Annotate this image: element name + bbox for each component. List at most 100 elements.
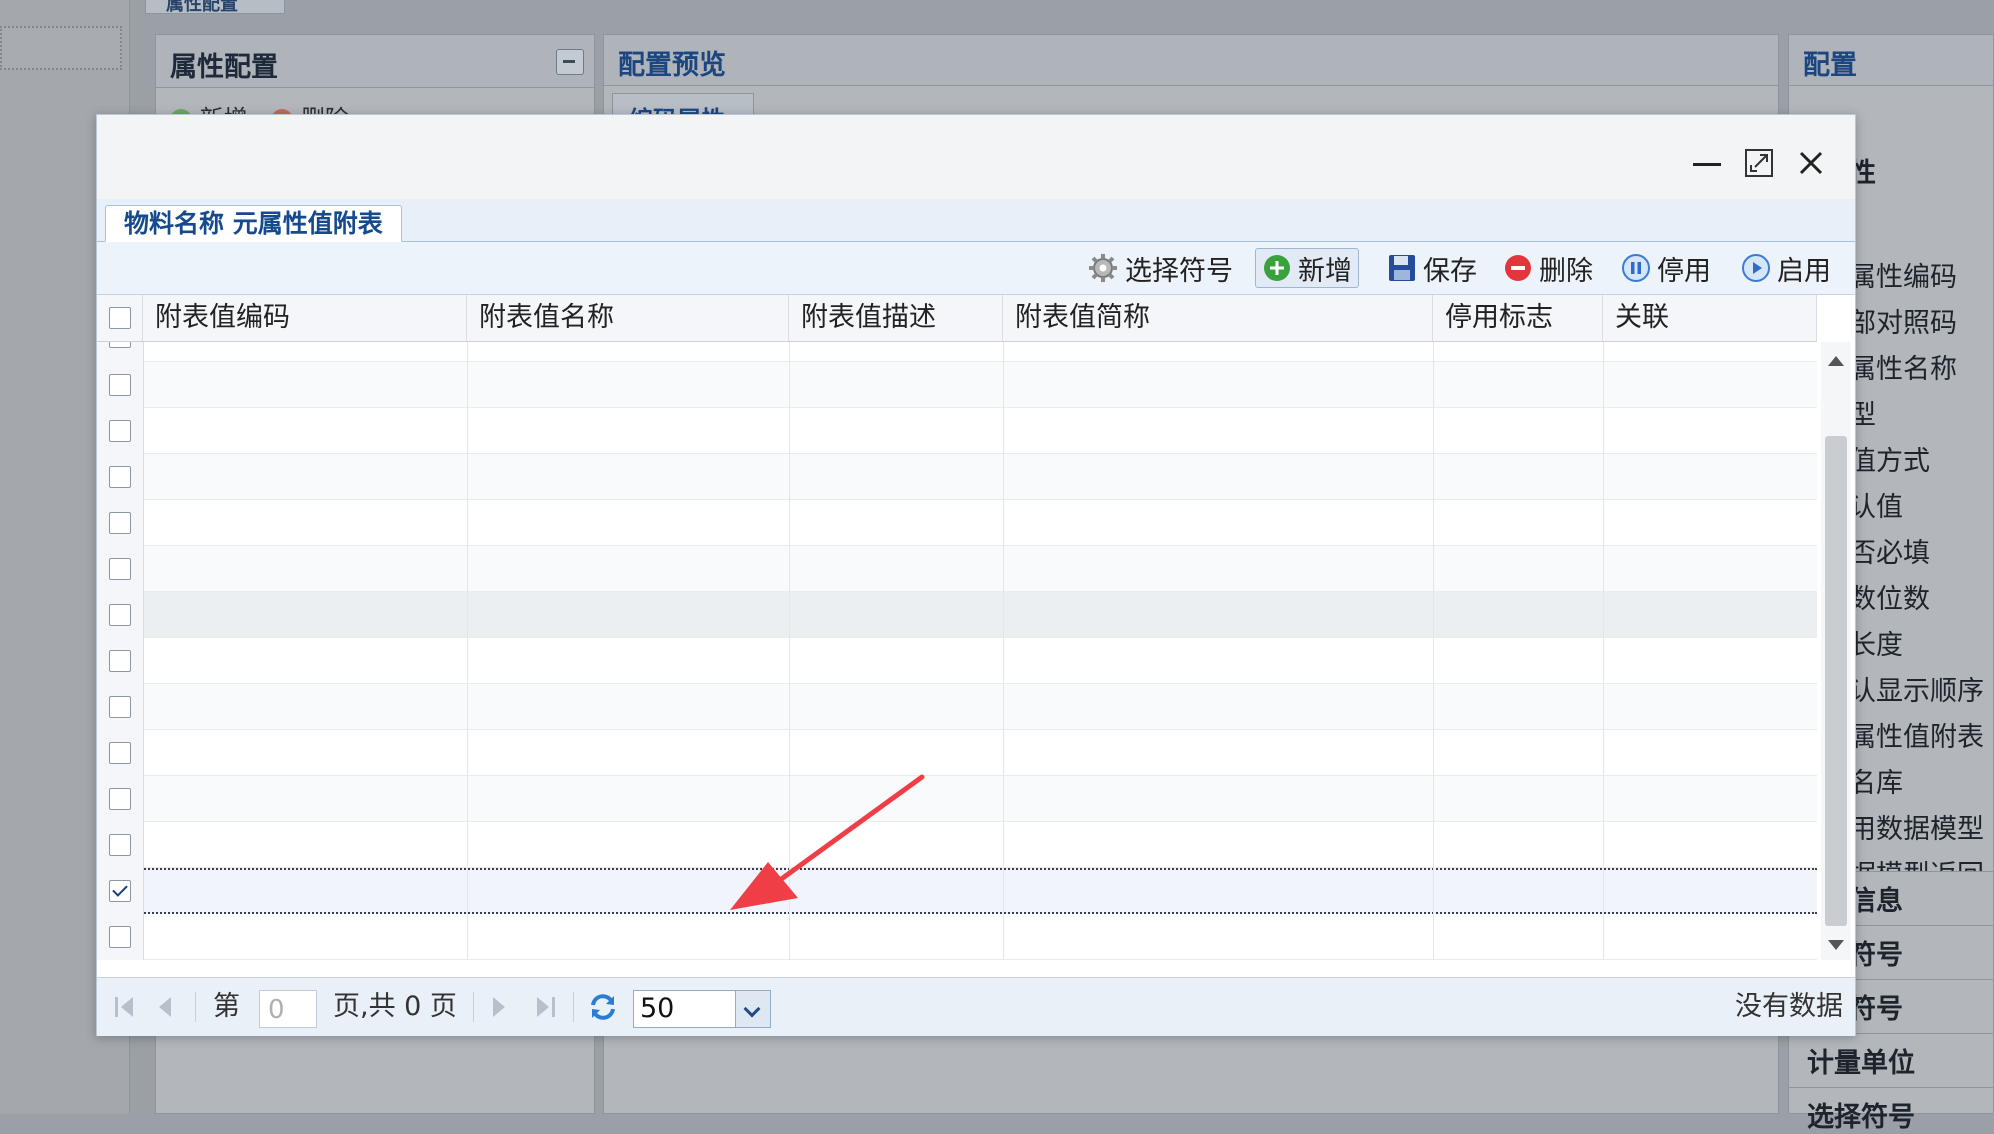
right-item[interactable]: 名库 <box>1849 761 1903 800</box>
minimize-icon[interactable] <box>1689 145 1725 181</box>
add-label: 新增 <box>1298 255 1352 287</box>
last-page-icon[interactable] <box>533 978 559 1036</box>
disable-label: 停用 <box>1657 255 1711 287</box>
center-panel-title: 配置预览 <box>618 50 726 81</box>
right-item[interactable]: 属性名称 <box>1849 347 1957 386</box>
column-divider <box>467 342 468 960</box>
delete-label: 删除 <box>1539 255 1593 287</box>
row-checkbox[interactable] <box>109 696 131 718</box>
chevron-down-icon[interactable] <box>735 991 770 1027</box>
grid-scrollbar[interactable] <box>1821 342 1851 960</box>
row-checkbox[interactable] <box>109 650 131 672</box>
prev-page-icon[interactable] <box>155 978 175 1036</box>
right-item[interactable]: 否必填 <box>1849 531 1930 570</box>
no-data-status: 没有数据 <box>1735 991 1843 1022</box>
save-icon <box>1389 255 1415 281</box>
maximize-icon[interactable] <box>1741 145 1777 181</box>
table-row[interactable] <box>97 822 1817 868</box>
select-symbol-label: 选择符号 <box>1125 255 1233 287</box>
page-number-input[interactable]: 0 <box>259 990 317 1028</box>
row-checkbox[interactable] <box>109 788 131 810</box>
delete-button[interactable]: 删除 <box>1497 248 1599 288</box>
collapse-button[interactable] <box>556 49 584 75</box>
right-section[interactable]: 符号 <box>1849 987 1903 1026</box>
right-section[interactable]: 计量单位 <box>1807 1041 1915 1080</box>
add-button[interactable]: 新增 <box>1255 248 1359 288</box>
row-checkbox-checked[interactable] <box>109 880 131 902</box>
tab-material-attribute-table[interactable]: 物料名称 元属性值附表 <box>105 205 402 242</box>
row-checkbox[interactable] <box>109 466 131 488</box>
disable-button[interactable]: 停用 <box>1615 248 1717 288</box>
left-sidebar-selected-item[interactable] <box>0 26 122 70</box>
scroll-down-icon[interactable] <box>1828 940 1844 950</box>
page-size-value: 50 <box>640 993 675 1024</box>
add-icon <box>1264 255 1290 281</box>
right-panel-title: 配置 <box>1803 50 1857 81</box>
row-checkbox[interactable] <box>109 604 131 626</box>
enable-button[interactable]: 启用 <box>1735 248 1837 288</box>
right-item[interactable]: 用数据模型 <box>1849 807 1984 846</box>
right-item[interactable]: 认值 <box>1849 485 1903 524</box>
refresh-icon[interactable] <box>587 978 619 1036</box>
right-item[interactable]: 长度 <box>1849 623 1903 662</box>
table-row[interactable] <box>97 684 1817 730</box>
scroll-up-icon[interactable] <box>1828 356 1844 366</box>
column-divider <box>1433 342 1434 960</box>
first-page-icon[interactable] <box>111 978 137 1036</box>
dialog-tabbar: 物料名称 元属性值附表 <box>97 199 1855 242</box>
right-item[interactable]: 部对照码 <box>1849 301 1957 340</box>
table-row[interactable] <box>97 730 1817 776</box>
delete-icon <box>1505 255 1531 281</box>
table-row[interactable] <box>97 362 1817 408</box>
column-header[interactable]: 附表值编码 <box>143 295 467 341</box>
table-row[interactable] <box>97 638 1817 684</box>
row-checkbox[interactable] <box>109 742 131 764</box>
grid-body <box>97 342 1817 960</box>
right-item[interactable]: 值方式 <box>1849 439 1930 478</box>
right-item[interactable]: 数位数 <box>1849 577 1930 616</box>
row-checkbox[interactable] <box>109 926 131 948</box>
grid-header: 附表值编码 附表值名称 附表值描述 附表值简称 停用标志 关联 <box>97 295 1817 342</box>
right-section[interactable]: 选择符号 <box>1807 1095 1915 1134</box>
table-row[interactable] <box>97 776 1817 822</box>
right-item[interactable]: 属性值附表 <box>1849 715 1984 754</box>
column-header[interactable]: 附表值描述 <box>789 295 1003 341</box>
table-row[interactable] <box>97 408 1817 454</box>
column-header[interactable]: 停用标志 <box>1433 295 1603 341</box>
table-row[interactable] <box>97 914 1817 960</box>
center-panel-header: 配置预览 <box>604 35 1778 86</box>
row-checkbox[interactable] <box>109 512 131 534</box>
row-checkbox[interactable] <box>109 374 131 396</box>
table-row[interactable] <box>97 500 1817 546</box>
column-header[interactable]: 关联 <box>1603 295 1817 341</box>
table-row-selected[interactable] <box>97 868 1817 914</box>
right-item[interactable]: 认显示顺序 <box>1849 669 1984 708</box>
save-button[interactable]: 保存 <box>1381 248 1483 288</box>
table-row[interactable] <box>97 546 1817 592</box>
select-all-checkbox[interactable] <box>109 307 131 329</box>
top-tab-property-config[interactable]: 属性配置 <box>145 0 285 14</box>
scrollbar-thumb[interactable] <box>1825 436 1847 926</box>
column-divider <box>1603 342 1604 960</box>
table-row[interactable] <box>97 454 1817 500</box>
table-row[interactable] <box>97 592 1817 638</box>
row-checkbox[interactable] <box>109 342 131 348</box>
column-header[interactable]: 附表值简称 <box>1003 295 1433 341</box>
row-checkbox[interactable] <box>109 558 131 580</box>
column-header[interactable]: 附表值名称 <box>467 295 789 341</box>
row-checkbox[interactable] <box>109 420 131 442</box>
page-size-select[interactable]: 50 <box>633 990 771 1028</box>
gear-icon <box>1089 254 1117 282</box>
table-row[interactable] <box>97 342 1817 362</box>
select-symbol-button[interactable]: 选择符号 <box>1081 248 1239 288</box>
right-section[interactable]: 信息 <box>1849 879 1903 918</box>
right-item[interactable]: 据模型返回 <box>1849 853 1984 871</box>
pagination-bar: 第 0 页,共 0 页 50 没有数据 <box>97 977 1855 1036</box>
play-icon <box>1742 254 1770 282</box>
close-icon[interactable] <box>1793 145 1829 181</box>
checkbox-column <box>97 342 144 960</box>
right-section[interactable]: 符号 <box>1849 933 1903 972</box>
next-page-icon[interactable] <box>489 978 509 1036</box>
row-checkbox[interactable] <box>109 834 131 856</box>
right-item[interactable]: 属性编码 <box>1849 255 1957 294</box>
